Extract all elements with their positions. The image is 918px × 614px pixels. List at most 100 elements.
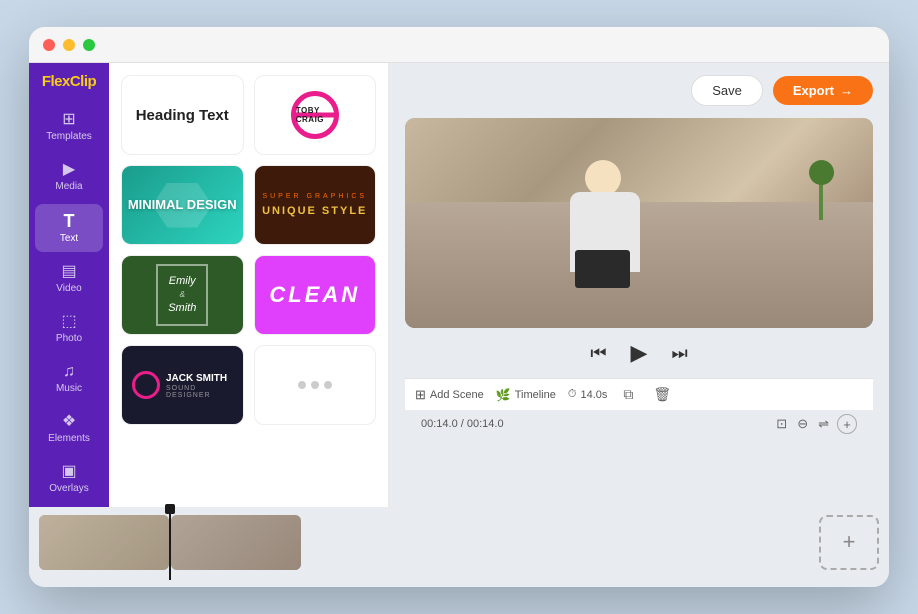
timeline-duration: 14.0s — [580, 389, 607, 401]
clip-1-thumbnail — [39, 515, 169, 570]
sidebar: FlexClip ⊞ Templates ▶ Media T Text ▤ Vi… — [29, 63, 109, 507]
add-scene-action[interactable]: ⊞ Add Scene — [415, 387, 484, 403]
toby-content: TOBY CRAIG — [291, 91, 339, 139]
bottom-controls: 00:14.0 / 00:14.0 ⊡ ⊖ ⇌ + — [405, 410, 873, 438]
fit-screen-button[interactable]: ⊡ — [774, 414, 789, 434]
timeline-label: Timeline — [515, 389, 556, 401]
zoom-controls: ⊡ ⊖ ⇌ + — [774, 414, 857, 434]
laptop — [575, 250, 630, 288]
app-window: FlexClip ⊞ Templates ▶ Media T Text ▤ Vi… — [29, 27, 889, 587]
forward-button[interactable]: ⏭ — [667, 340, 691, 366]
more-dots — [298, 381, 332, 389]
elements-icon: ❖ — [62, 414, 76, 430]
play-button[interactable]: ▶ — [627, 338, 652, 368]
sidebar-item-text[interactable]: T Text — [35, 204, 103, 252]
photo-icon: ⬚ — [61, 314, 76, 330]
toby-ring: TOBY CRAIG — [291, 91, 339, 139]
timeline-time-display: ⏱ 14.0s — [568, 388, 608, 401]
minimize-button[interactable] — [63, 39, 75, 51]
maximize-button[interactable] — [83, 39, 95, 51]
timeline-action[interactable]: 🌿 Timeline — [496, 388, 556, 402]
time-display: 00:14.0 / 00:14.0 — [421, 418, 504, 430]
timeline-clips — [39, 512, 809, 572]
export-button[interactable]: Export → — [773, 76, 873, 105]
sidebar-label-overlays: Overlays — [49, 483, 88, 494]
sidebar-item-photo[interactable]: ⬚ Photo — [35, 306, 103, 352]
jack-subtitle: SOUND DESIGNER — [166, 385, 233, 399]
template-card-clean[interactable]: CLEAN — [254, 255, 377, 335]
person-head — [585, 160, 621, 196]
arrow-button[interactable]: ⇌ — [816, 414, 831, 434]
add-scene-label: Add Scene — [430, 389, 484, 401]
full-timeline: + — [29, 507, 889, 587]
dot-3 — [324, 381, 332, 389]
plant-stem — [819, 180, 823, 220]
sidebar-label-video: Video — [56, 283, 81, 294]
app-logo: FlexClip — [42, 73, 96, 90]
timeline-clip-1[interactable] — [39, 515, 169, 570]
template-card-minimal[interactable]: MINIMAL DESIGN — [121, 165, 244, 245]
overlays-icon: ▣ — [61, 464, 76, 480]
media-icon: ▶ — [63, 162, 75, 178]
app-body: FlexClip ⊞ Templates ▶ Media T Text ▤ Vi… — [29, 63, 889, 507]
preview-toolbar: Save Export → — [405, 75, 873, 106]
template-card-emily[interactable]: Emily & Smith — [121, 255, 244, 335]
jack-name: JACK SMITH — [166, 372, 233, 385]
add-clip-icon: + — [843, 529, 856, 555]
sidebar-label-photo: Photo — [56, 333, 82, 344]
timeline-bar: ⊞ Add Scene 🌿 Timeline ⏱ 14.0s ⧉ 🗑 — [405, 378, 873, 410]
minimal-text: MINIMAL DESIGN — [128, 197, 237, 213]
templates-icon: ⊞ — [62, 112, 75, 128]
music-icon: ♫ — [63, 364, 75, 380]
clean-text: CLEAN — [269, 282, 360, 308]
text-icon: T — [64, 212, 75, 230]
needle-head — [165, 504, 175, 514]
video-controls: ⏮ ▶ ⏭ — [405, 328, 873, 378]
sidebar-label-text: Text — [60, 233, 78, 244]
template-grid: Heading Text TOBY CRAIG MINIMAL DES — [121, 75, 376, 425]
logo-text: lexClip — [50, 73, 96, 90]
zoom-out-button[interactable]: ⊖ — [795, 414, 810, 434]
dot-2 — [311, 381, 319, 389]
video-icon: ▤ — [61, 264, 76, 280]
template-card-heading[interactable]: Heading Text — [121, 75, 244, 155]
template-card-toby[interactable]: TOBY CRAIG — [254, 75, 377, 155]
sidebar-item-elements[interactable]: ❖ Elements — [35, 406, 103, 452]
title-bar — [29, 27, 889, 63]
sidebar-item-video[interactable]: ▤ Video — [35, 256, 103, 302]
rewind-button[interactable]: ⏮ — [586, 340, 610, 366]
export-arrow-icon: → — [840, 83, 853, 98]
preview-panel: Save Export → — [389, 63, 889, 507]
sidebar-item-overlays[interactable]: ▣ Overlays — [35, 456, 103, 502]
person-figure — [545, 160, 665, 320]
unique-sub-label: SUPER GRAPHICS — [262, 193, 367, 200]
clip-2-thumbnail — [171, 515, 301, 570]
sidebar-label-media: Media — [55, 181, 82, 192]
delete-scene-button[interactable]: 🗑 — [649, 384, 675, 405]
plant — [806, 160, 836, 220]
add-clip-button[interactable]: + — [819, 515, 879, 570]
video-frame — [405, 118, 873, 328]
close-button[interactable] — [43, 39, 55, 51]
sidebar-label-templates: Templates — [46, 131, 92, 142]
sidebar-item-media[interactable]: ▶ Media — [35, 154, 103, 200]
sidebar-item-music[interactable]: ♫ Music — [35, 356, 103, 402]
sidebar-label-music: Music — [56, 383, 82, 394]
template-card-more[interactable] — [254, 345, 377, 425]
sidebar-item-templates[interactable]: ⊞ Templates — [35, 104, 103, 150]
template-card-jack[interactable]: JACK SMITH SOUND DESIGNER — [121, 345, 244, 425]
jack-content: JACK SMITH SOUND DESIGNER — [122, 371, 243, 399]
video-preview — [405, 118, 873, 328]
export-label: Export — [793, 83, 834, 98]
emily-and: & — [168, 289, 196, 300]
plant-leaves — [809, 160, 834, 185]
copy-scene-button[interactable]: ⧉ — [619, 384, 637, 405]
timeline-needle[interactable] — [169, 504, 171, 580]
zoom-in-button[interactable]: + — [837, 414, 857, 434]
emily-text: Emily & Smith — [168, 274, 196, 316]
clock-icon: ⏱ — [568, 388, 577, 401]
template-card-unique[interactable]: SUPER GRAPHICS UNIQUE STYLE — [254, 165, 377, 245]
save-button[interactable]: Save — [691, 75, 763, 106]
timeline-clip-2[interactable] — [171, 515, 301, 570]
heading-text-label: Heading Text — [136, 107, 229, 124]
